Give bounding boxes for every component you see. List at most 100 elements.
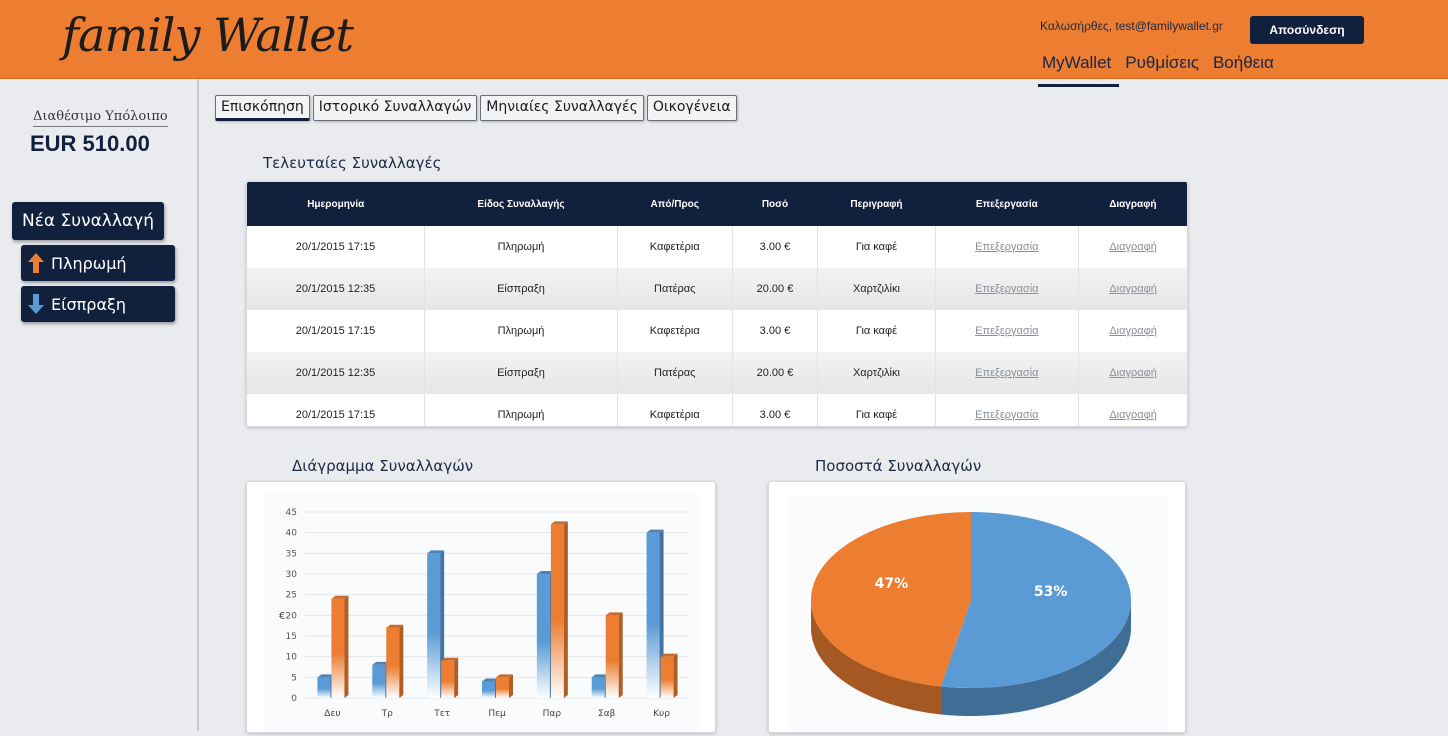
bar-chart-card: 0 5 10 15 20 25 30 35 40 45 € Δευ Τρ Τετ Πεμ Παρ Σαβ Κυρ [246, 481, 716, 733]
bar-Παρ-series-1 [536, 574, 550, 698]
cell-party: Πατέρας [617, 268, 733, 310]
bar-Σαβ-series-2 [605, 615, 619, 698]
nav-item-settings[interactable]: Ρυθμίσεις [1125, 53, 1199, 79]
tab-family[interactable]: Οικογένεια [646, 95, 737, 121]
balance-label: Διαθέσιμο Υπόλοιπο [33, 109, 168, 127]
x-tick-label: Τρ [381, 709, 393, 719]
cell-party: Καφετέρια [617, 394, 733, 426]
cell-description: Χαρτζιλίκι [817, 352, 936, 394]
app-header: family Wallet Καλωσήρθες, test@familywal… [0, 0, 1448, 87]
bar-Κυρ-series-1 [646, 532, 660, 698]
bar-side [618, 612, 623, 698]
tab-overview[interactable]: Επισκόπηση [215, 95, 310, 121]
edit-link[interactable]: Επεξεργασία [975, 283, 1038, 295]
y-tick-label: 40 [286, 529, 298, 539]
cell-delete: Διαγραφή [1078, 310, 1187, 352]
cell-amount: 3.00 € [732, 226, 819, 268]
cell-description: Για καφέ [817, 310, 936, 352]
recent-transactions-table: Ημερομηνία Είδος Συναλλαγής Από/Προς Ποσ… [246, 181, 1188, 427]
tab-history[interactable]: Ιστορικό Συναλλαγών [312, 95, 478, 121]
delete-link[interactable]: Διαγραφή [1109, 283, 1157, 295]
cell-party: Πατέρας [617, 352, 733, 394]
y-tick-label: 30 [286, 570, 298, 580]
cell-date: 20/1/2015 12:35 [247, 268, 426, 310]
table-header-row: Ημερομηνία Είδος Συναλλαγής Από/Προς Ποσ… [247, 182, 1187, 226]
x-tick-label: Σαβ [598, 709, 616, 719]
cell-edit: Επεξεργασία [935, 268, 1080, 310]
payment-label: Πληρωμή [51, 253, 127, 273]
logout-button[interactable]: Αποσύνδεση [1250, 16, 1364, 44]
table-row: 20/1/2015 12:35 Είσπραξη Πατέρας 20.00 €… [247, 352, 1187, 394]
column-header: Είδος Συναλλαγής [424, 182, 618, 226]
cell-edit: Επεξεργασία [935, 310, 1080, 352]
cell-party: Καφετέρια [617, 226, 733, 268]
column-header: Ποσό [732, 182, 818, 226]
arrow-down-icon [28, 294, 44, 314]
bar-Πεμ-series-2 [496, 677, 509, 698]
edit-link[interactable]: Επεξεργασία [975, 325, 1038, 337]
column-header: Ημερομηνία [247, 182, 425, 226]
balance-value: EUR 510.00 [30, 131, 150, 156]
delete-link[interactable]: Διαγραφή [1109, 367, 1157, 379]
delete-link[interactable]: Διαγραφή [1109, 409, 1157, 421]
edit-link[interactable]: Επεξεργασία [975, 367, 1038, 379]
pie-chart-area: 53% 47% [789, 496, 1169, 732]
x-tick-label: Παρ [543, 709, 562, 719]
cell-amount: 3.00 € [732, 310, 819, 352]
edit-link[interactable]: Επεξεργασία [975, 241, 1038, 253]
cell-type: Πληρωμή [424, 226, 618, 268]
app-logo[interactable]: family Wallet [62, 8, 354, 62]
table-row: 20/1/2015 12:35 Είσπραξη Πατέρας 20.00 €… [247, 268, 1187, 310]
pie-chart: 53% 47% [810, 512, 1131, 716]
y-tick-label: 10 [286, 653, 298, 663]
delete-link[interactable]: Διαγραφή [1109, 325, 1157, 337]
cell-party: Καφετέρια [617, 310, 733, 352]
cell-amount: 20.00 € [732, 352, 819, 394]
y-tick-label: 45 [286, 508, 297, 518]
bar-Τετ-series-2 [441, 660, 455, 698]
cell-type: Είσπραξη [424, 352, 618, 394]
income-label: Είσπραξη [51, 294, 127, 314]
cell-date: 20/1/2015 17:15 [247, 394, 426, 426]
main-tabs: Επισκόπηση Ιστορικό Συναλλαγών Μηνιαίες … [215, 95, 737, 121]
bar-side [454, 657, 459, 698]
x-tick-label: Τετ [433, 709, 450, 719]
cell-description: Για καφέ [817, 394, 936, 426]
pie-slice-label: 47% [875, 576, 909, 592]
cell-type: Πληρωμή [424, 310, 618, 352]
bar-side [344, 595, 349, 698]
y-tick-label: 35 [286, 549, 297, 559]
cell-type: Είσπραξη [424, 268, 618, 310]
x-tick-label: Κυρ [653, 709, 670, 719]
pie-chart-title: Ποσοστά Συναλλαγών [815, 457, 982, 475]
x-tick-label: Πεμ [488, 709, 506, 719]
payment-button[interactable]: Πληρωμή [21, 245, 175, 281]
column-header: Περιγραφή [817, 182, 935, 226]
table-row: 20/1/2015 17:15 Πληρωμή Καφετέρια 3.00 €… [247, 310, 1187, 352]
income-button[interactable]: Είσπραξη [21, 286, 175, 322]
y-tick-label: 25 [286, 591, 297, 601]
bar-Σαβ-series-1 [591, 677, 605, 698]
bar-Τετ-series-1 [427, 553, 441, 698]
cell-delete: Διαγραφή [1078, 352, 1187, 394]
new-transaction-button[interactable]: Νέα Συναλλαγή [12, 202, 164, 240]
bar-Δευ-series-1 [317, 677, 331, 698]
cell-amount: 20.00 € [732, 268, 819, 310]
nav-item-help[interactable]: Βοήθεια [1213, 53, 1274, 79]
cell-description: Για καφέ [817, 226, 936, 268]
y-tick-label: 20 [286, 611, 298, 621]
bar-chart-area: 0 5 10 15 20 25 30 35 40 45 € Δευ Τρ Τετ Πεμ Παρ Σαβ Κυρ [265, 494, 699, 732]
column-header: Διαγραφή [1078, 182, 1187, 226]
table-row: 20/1/2015 17:15 Πληρωμή Καφετέρια 3.00 €… [247, 226, 1187, 268]
edit-link[interactable]: Επεξεργασία [975, 409, 1038, 421]
bar-Τρ-series-1 [372, 664, 386, 698]
x-tick-label: Δευ [324, 709, 340, 719]
tab-monthly[interactable]: Μηνιαίες Συναλλαγές [480, 95, 644, 121]
cell-edit: Επεξεργασία [935, 394, 1080, 426]
bar-side [509, 674, 513, 698]
delete-link[interactable]: Διαγραφή [1109, 241, 1157, 253]
nav-item-mywallet[interactable]: MyWallet [1037, 53, 1120, 87]
bar-Παρ-series-2 [550, 524, 564, 698]
cell-delete: Διαγραφή [1078, 268, 1187, 310]
cell-edit: Επεξεργασία [935, 352, 1080, 394]
